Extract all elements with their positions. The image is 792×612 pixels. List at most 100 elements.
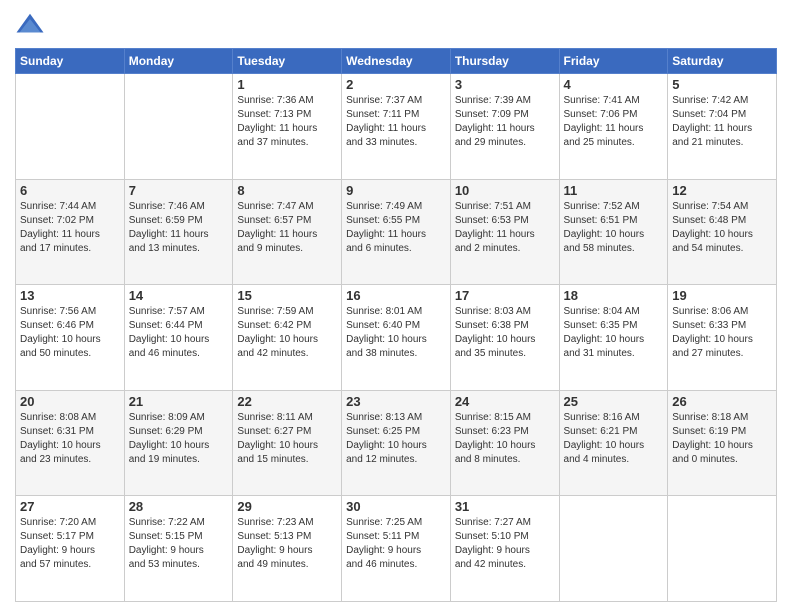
day-cell: 19Sunrise: 8:06 AM Sunset: 6:33 PM Dayli… <box>668 285 777 391</box>
logo <box>15 10 49 40</box>
day-cell: 31 Sunrise: 7:27 AM Sunset: 5:10 PM Dayli… <box>450 496 559 602</box>
day-number: 9 <box>346 183 446 198</box>
day-number: 29 <box>237 499 337 514</box>
day-info: Sunrise: 7:36 AM Sunset: 7:13 PM Dayligh… <box>237 94 337 150</box>
day-cell: 8Sunrise: 7:47 AM Sunset: 6:57 PM Daylig… <box>233 179 342 285</box>
logo-icon <box>15 10 45 40</box>
day-info: Sunrise: 8:03 AM Sunset: 6:38 PM Dayligh… <box>455 305 555 361</box>
day-info: Sunrise: 8:11 AM Sunset: 6:27 PM Dayligh… <box>237 411 337 467</box>
day-cell: 17Sunrise: 8:03 AM Sunset: 6:38 PM Dayli… <box>450 285 559 391</box>
day-cell: 30 Sunrise: 7:25 AM Sunset: 5:11 PM Dayli… <box>342 496 451 602</box>
day-info: Sunrise: 7:46 AM Sunset: 6:59 PM Dayligh… <box>129 200 229 256</box>
day-cell: 9 Sunrise: 7:49 AM Sunset: 6:55 PM Daylig… <box>342 179 451 285</box>
day-info: Sunrise: 7:27 AM Sunset: 5:10 PM Dayligh… <box>455 516 555 572</box>
day-info: Sunrise: 8:13 AM Sunset: 6:25 PM Dayligh… <box>346 411 446 467</box>
day-cell <box>668 496 777 602</box>
day-number: 14 <box>129 288 229 303</box>
day-cell: 4 Sunrise: 7:41 AM Sunset: 7:06 PM Daylig… <box>559 74 668 180</box>
day-info: Sunrise: 8:09 AM Sunset: 6:29 PM Dayligh… <box>129 411 229 467</box>
day-number: 3 <box>455 77 555 92</box>
day-info: Sunrise: 7:37 AM Sunset: 7:11 PM Dayligh… <box>346 94 446 150</box>
week-row-3: 13Sunrise: 7:56 AM Sunset: 6:46 PM Dayli… <box>16 285 777 391</box>
day-info: Sunrise: 7:57 AM Sunset: 6:44 PM Dayligh… <box>129 305 229 361</box>
day-number: 21 <box>129 394 229 409</box>
day-cell: 10 Sunrise: 7:51 AM Sunset: 6:53 PM Dayli… <box>450 179 559 285</box>
day-cell: 6 Sunrise: 7:44 AM Sunset: 7:02 PM Daylig… <box>16 179 125 285</box>
day-cell: 11 Sunrise: 7:52 AM Sunset: 6:51 PM Dayli… <box>559 179 668 285</box>
day-number: 26 <box>672 394 772 409</box>
day-info: Sunrise: 7:20 AM Sunset: 5:17 PM Dayligh… <box>20 516 120 572</box>
day-info: Sunrise: 7:54 AM Sunset: 6:48 PM Dayligh… <box>672 200 772 256</box>
day-number: 15 <box>237 288 337 303</box>
week-row-1: 1Sunrise: 7:36 AM Sunset: 7:13 PM Daylig… <box>16 74 777 180</box>
day-cell: 3 Sunrise: 7:39 AM Sunset: 7:09 PM Daylig… <box>450 74 559 180</box>
day-cell: 29Sunrise: 7:23 AM Sunset: 5:13 PM Dayli… <box>233 496 342 602</box>
day-number: 18 <box>564 288 664 303</box>
day-info: Sunrise: 7:41 AM Sunset: 7:06 PM Dayligh… <box>564 94 664 150</box>
day-number: 30 <box>346 499 446 514</box>
day-info: Sunrise: 7:59 AM Sunset: 6:42 PM Dayligh… <box>237 305 337 361</box>
day-cell: 15 Sunrise: 7:59 AM Sunset: 6:42 PM Dayli… <box>233 285 342 391</box>
day-cell: 25 Sunrise: 8:16 AM Sunset: 6:21 PM Dayli… <box>559 390 668 496</box>
day-cell: 12 Sunrise: 7:54 AM Sunset: 6:48 PM Dayli… <box>668 179 777 285</box>
day-info: Sunrise: 7:22 AM Sunset: 5:15 PM Dayligh… <box>129 516 229 572</box>
day-info: Sunrise: 7:49 AM Sunset: 6:55 PM Dayligh… <box>346 200 446 256</box>
day-info: Sunrise: 7:39 AM Sunset: 7:09 PM Dayligh… <box>455 94 555 150</box>
day-cell: 21 Sunrise: 8:09 AM Sunset: 6:29 PM Dayli… <box>124 390 233 496</box>
week-row-4: 20 Sunrise: 8:08 AM Sunset: 6:31 PM Dayli… <box>16 390 777 496</box>
day-cell: 28Sunrise: 7:22 AM Sunset: 5:15 PM Dayli… <box>124 496 233 602</box>
day-number: 12 <box>672 183 772 198</box>
day-cell: 1Sunrise: 7:36 AM Sunset: 7:13 PM Daylig… <box>233 74 342 180</box>
day-cell: 5Sunrise: 7:42 AM Sunset: 7:04 PM Daylig… <box>668 74 777 180</box>
weekday-header-sunday: Sunday <box>16 49 125 74</box>
day-number: 10 <box>455 183 555 198</box>
day-info: Sunrise: 8:16 AM Sunset: 6:21 PM Dayligh… <box>564 411 664 467</box>
weekday-header-monday: Monday <box>124 49 233 74</box>
day-info: Sunrise: 8:08 AM Sunset: 6:31 PM Dayligh… <box>20 411 120 467</box>
day-number: 8 <box>237 183 337 198</box>
day-cell: 16 Sunrise: 8:01 AM Sunset: 6:40 PM Dayli… <box>342 285 451 391</box>
day-info: Sunrise: 7:52 AM Sunset: 6:51 PM Dayligh… <box>564 200 664 256</box>
day-number: 27 <box>20 499 120 514</box>
day-cell: 26 Sunrise: 8:18 AM Sunset: 6:19 PM Dayli… <box>668 390 777 496</box>
day-number: 5 <box>672 77 772 92</box>
day-number: 23 <box>346 394 446 409</box>
day-number: 31 <box>455 499 555 514</box>
weekday-header-row: SundayMondayTuesdayWednesdayThursdayFrid… <box>16 49 777 74</box>
day-cell: 18Sunrise: 8:04 AM Sunset: 6:35 PM Dayli… <box>559 285 668 391</box>
day-cell: 13Sunrise: 7:56 AM Sunset: 6:46 PM Dayli… <box>16 285 125 391</box>
weekday-header-saturday: Saturday <box>668 49 777 74</box>
day-number: 11 <box>564 183 664 198</box>
day-number: 6 <box>20 183 120 198</box>
weekday-header-wednesday: Wednesday <box>342 49 451 74</box>
day-number: 24 <box>455 394 555 409</box>
day-info: Sunrise: 8:15 AM Sunset: 6:23 PM Dayligh… <box>455 411 555 467</box>
weekday-header-tuesday: Tuesday <box>233 49 342 74</box>
day-info: Sunrise: 8:06 AM Sunset: 6:33 PM Dayligh… <box>672 305 772 361</box>
day-cell: 20 Sunrise: 8:08 AM Sunset: 6:31 PM Dayli… <box>16 390 125 496</box>
day-cell: 27 Sunrise: 7:20 AM Sunset: 5:17 PM Dayli… <box>16 496 125 602</box>
weekday-header-thursday: Thursday <box>450 49 559 74</box>
day-info: Sunrise: 7:51 AM Sunset: 6:53 PM Dayligh… <box>455 200 555 256</box>
day-number: 2 <box>346 77 446 92</box>
day-number: 4 <box>564 77 664 92</box>
day-number: 16 <box>346 288 446 303</box>
day-number: 25 <box>564 394 664 409</box>
weekday-header-friday: Friday <box>559 49 668 74</box>
header <box>15 10 777 40</box>
day-info: Sunrise: 8:01 AM Sunset: 6:40 PM Dayligh… <box>346 305 446 361</box>
day-number: 20 <box>20 394 120 409</box>
day-info: Sunrise: 7:56 AM Sunset: 6:46 PM Dayligh… <box>20 305 120 361</box>
calendar-table: SundayMondayTuesdayWednesdayThursdayFrid… <box>15 48 777 602</box>
day-info: Sunrise: 7:44 AM Sunset: 7:02 PM Dayligh… <box>20 200 120 256</box>
week-row-2: 6 Sunrise: 7:44 AM Sunset: 7:02 PM Daylig… <box>16 179 777 285</box>
day-number: 22 <box>237 394 337 409</box>
day-info: Sunrise: 7:25 AM Sunset: 5:11 PM Dayligh… <box>346 516 446 572</box>
day-cell: 14 Sunrise: 7:57 AM Sunset: 6:44 PM Dayli… <box>124 285 233 391</box>
week-row-5: 27 Sunrise: 7:20 AM Sunset: 5:17 PM Dayli… <box>16 496 777 602</box>
day-cell: 24 Sunrise: 8:15 AM Sunset: 6:23 PM Dayli… <box>450 390 559 496</box>
day-cell: 7Sunrise: 7:46 AM Sunset: 6:59 PM Daylig… <box>124 179 233 285</box>
day-cell <box>559 496 668 602</box>
day-info: Sunrise: 8:18 AM Sunset: 6:19 PM Dayligh… <box>672 411 772 467</box>
day-cell <box>124 74 233 180</box>
